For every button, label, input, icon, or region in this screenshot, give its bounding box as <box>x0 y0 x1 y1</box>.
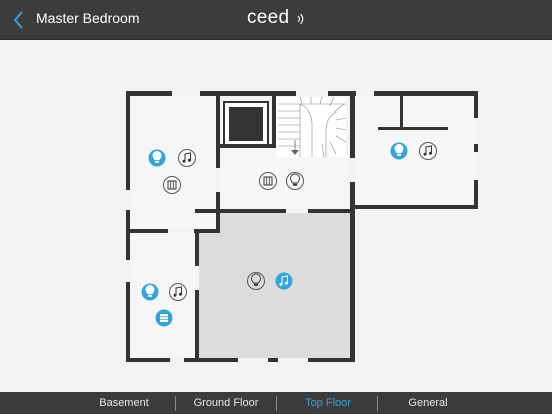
top-bar: Master Bedroom ceed <box>0 0 552 40</box>
page-title: Master Bedroom <box>36 10 140 26</box>
tab-divider <box>175 396 176 411</box>
bulb-icon[interactable] <box>390 142 408 160</box>
chevron-left-icon[interactable] <box>9 9 29 31</box>
blinds-icon[interactable] <box>259 172 277 190</box>
bulb-icon[interactable] <box>148 149 166 167</box>
room-left-top[interactable] <box>130 95 218 229</box>
tab-top-floor[interactable]: Top Floor <box>282 392 374 414</box>
music-icon[interactable] <box>169 283 187 301</box>
staircase <box>276 96 347 158</box>
tab-general[interactable]: General <box>382 392 474 414</box>
room-right[interactable] <box>355 95 474 205</box>
music-icon[interactable] <box>419 142 437 160</box>
blinds-icon[interactable] <box>155 309 173 327</box>
room-master-bedroom[interactable] <box>199 212 350 358</box>
floor-tab-bar: Basement Ground Floor Top Floor General <box>0 392 552 414</box>
tab-divider <box>276 396 277 411</box>
logo-wave-icon <box>297 13 304 25</box>
tab-ground-floor[interactable]: Ground Floor <box>180 392 272 414</box>
ceed-logo: ceed <box>247 7 290 28</box>
bulb-icon[interactable] <box>141 283 159 301</box>
room-hallway[interactable] <box>221 148 350 209</box>
music-icon[interactable] <box>178 149 196 167</box>
blinds-icon[interactable] <box>163 176 181 194</box>
tab-divider <box>377 396 378 411</box>
floor-plan <box>126 91 478 362</box>
music-icon[interactable] <box>275 272 293 290</box>
tab-basement[interactable]: Basement <box>78 392 170 414</box>
bulb-icon[interactable] <box>286 172 304 190</box>
bulb-icon[interactable] <box>247 272 265 290</box>
